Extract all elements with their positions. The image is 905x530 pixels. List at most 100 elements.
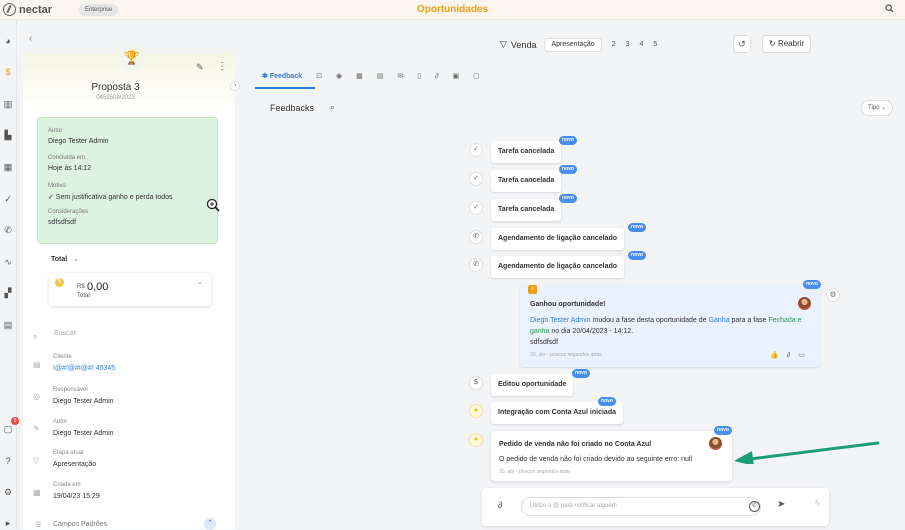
stage-link[interactable]: Ganha xyxy=(709,317,730,324)
chat-icon[interactable]: ▢ xyxy=(3,424,13,434)
field-value: 19/04/23 15:29 xyxy=(53,493,100,500)
avatar xyxy=(798,297,811,310)
document-icon: ≡ xyxy=(528,285,537,294)
new-badge: novo xyxy=(559,194,577,203)
cart-icon[interactable]: ⊡ xyxy=(316,72,322,80)
stage-step[interactable]: 2 xyxy=(612,41,616,48)
field-label: Responsável xyxy=(53,387,88,393)
won-opportunity-card: Ganhou oportunidade! Diego Tester Admin … xyxy=(520,285,820,367)
card-text: Diego Tester Admin mudou a fase desta op… xyxy=(530,317,802,346)
logout-icon[interactable]: ▸ xyxy=(3,518,13,528)
edit-circle-icon: $ xyxy=(469,376,483,390)
calendar-icon[interactable]: ▦ xyxy=(3,162,13,172)
bolt-icon[interactable]: ϟ xyxy=(815,498,820,508)
tasks-icon[interactable]: ✓ xyxy=(3,194,13,204)
calendar-icon[interactable]: ▦ xyxy=(356,72,363,80)
field-value: Diego Tester Admin xyxy=(53,398,114,405)
tab-feedback[interactable]: ✱ Feedback xyxy=(262,72,302,80)
reopen-button[interactable]: ↻ Reabrir xyxy=(762,35,812,53)
edit-icon[interactable]: ✎ xyxy=(196,62,204,73)
building-icon[interactable]: ▤ xyxy=(3,320,13,330)
chevron-down-icon: ⌄ xyxy=(881,105,887,111)
amount-caption: Total xyxy=(77,293,90,299)
search-icon[interactable] xyxy=(885,4,894,13)
tab-feedback-label: Feedback xyxy=(269,73,303,80)
chevron-down-icon[interactable]: ⌄ xyxy=(73,255,79,263)
sales-order-error-card: Pedido de venda não foi criado no Conta … xyxy=(491,431,732,481)
comment-input[interactable]: Utilize o @ para notificar alguém xyxy=(521,497,761,516)
field-label: Criada em xyxy=(53,482,81,488)
type-filter-label: Tipo xyxy=(868,105,880,111)
comment-composer: ∂ Utilize o @ para notificar alguém ✆ ➤ … xyxy=(482,488,829,526)
chevron-down-icon[interactable]: ⌄ xyxy=(197,278,203,286)
proposal-panel: 🏆 ✎ ⋮ Proposta 3 0459509/2023 › Autor Di… xyxy=(23,45,240,530)
send-icon[interactable]: ➤ xyxy=(777,499,785,510)
integration-icon: ● xyxy=(469,404,483,418)
like-icon[interactable]: 👍 xyxy=(770,352,787,359)
copy-icon[interactable]: ▢ xyxy=(473,72,480,80)
new-badge: novo xyxy=(559,165,577,174)
mail-icon[interactable]: ✉ xyxy=(397,72,403,80)
stage-step[interactable]: 4 xyxy=(639,41,643,48)
phone-icon[interactable]: ✆ xyxy=(3,225,13,235)
pipeline-name[interactable]: Venda xyxy=(511,40,537,50)
document-icon[interactable]: ▤ xyxy=(377,72,384,80)
history-button[interactable]: ↺ xyxy=(733,35,751,53)
comment-icon[interactable]: ▭ xyxy=(798,352,813,359)
phone-cancel-icon: ✆ xyxy=(469,258,483,272)
new-badge: novo xyxy=(598,397,616,406)
field-value: Diego Tester Admin xyxy=(53,430,114,437)
companies-icon[interactable]: ▥ xyxy=(3,99,13,109)
standard-fields-section[interactable]: Campos Padrões xyxy=(53,521,107,528)
page-title: Oportunidades xyxy=(416,4,489,15)
summary-value: ✓ Sem justificativa ganho e perda todos xyxy=(48,194,173,201)
card-title: Pedido de venda não foi criado no Conta … xyxy=(499,441,652,448)
chevron-up-icon[interactable]: ⌃ xyxy=(204,518,216,530)
apps-icon[interactable]: ▞ xyxy=(3,288,13,298)
feed-event: Agendamento de ligação cancelado xyxy=(491,228,625,250)
analytics-icon[interactable]: ∿ xyxy=(3,257,13,267)
help-icon[interactable]: ? xyxy=(3,456,13,466)
trophy-icon: 🏆 xyxy=(119,45,145,71)
search-icon[interactable]: ⌕ xyxy=(330,102,335,113)
client-icon: ▤ xyxy=(33,360,41,369)
client-link[interactable]: I@#!@#I@#! 45345 xyxy=(53,365,115,372)
amount-card[interactable]: $ R$ 0,00 Total ⌄ xyxy=(49,273,211,306)
search-icon: ⌕ xyxy=(33,332,38,341)
total-label: Total xyxy=(51,256,68,263)
notes-icon[interactable]: ▣ xyxy=(453,72,460,80)
attachment-icon[interactable]: ∂ xyxy=(435,73,438,80)
current-stage[interactable]: Apresentação xyxy=(544,37,602,52)
attach-icon[interactable]: ∂ xyxy=(787,352,798,359)
collapse-panel-icon[interactable]: ‹ xyxy=(29,33,32,44)
expand-chevron-icon[interactable]: › xyxy=(230,81,240,91)
attach-icon[interactable]: ∂ xyxy=(498,500,502,510)
coin-icon: $ xyxy=(55,278,64,287)
feed-event: Tarefa cancelada xyxy=(491,170,562,192)
funnel-icon: ▽ xyxy=(33,456,40,465)
stage-step[interactable]: 5 xyxy=(653,41,657,48)
check-circle-icon: ✓ xyxy=(469,143,483,157)
opportunities-icon[interactable]: $ xyxy=(3,67,13,77)
clipboard-icon[interactable]: ▯ xyxy=(417,72,421,80)
reopen-label: Reabrir xyxy=(777,39,805,48)
summary-label: Concluída em xyxy=(48,155,86,161)
check-circle-icon[interactable]: ◉ xyxy=(336,72,342,80)
field-label: Cliente xyxy=(53,354,72,360)
list-icon: ☰ xyxy=(35,522,42,529)
reopen-icon: ↻ xyxy=(769,39,778,48)
type-filter[interactable]: Tipo ⌄ xyxy=(861,100,894,116)
search-input[interactable]: Buscar xyxy=(54,330,76,337)
field-label: Etapa atual xyxy=(53,450,84,456)
whatsapp-icon[interactable]: ✆ xyxy=(749,501,760,512)
stage-step[interactable]: 3 xyxy=(626,41,630,48)
user-link[interactable]: Diego Tester Admin xyxy=(530,317,591,324)
field-label: Autor xyxy=(53,419,68,425)
new-badge: novo xyxy=(628,251,646,260)
dashboard-icon[interactable]: ◕ xyxy=(3,36,13,46)
check-circle-icon: ✓ xyxy=(469,172,483,186)
more-options-icon[interactable]: ⋮ xyxy=(217,61,227,72)
reports-icon[interactable]: ▙ xyxy=(3,130,13,140)
settings-icon[interactable]: ⚙ xyxy=(3,487,13,497)
gear-icon[interactable]: ⚙ xyxy=(826,288,840,302)
